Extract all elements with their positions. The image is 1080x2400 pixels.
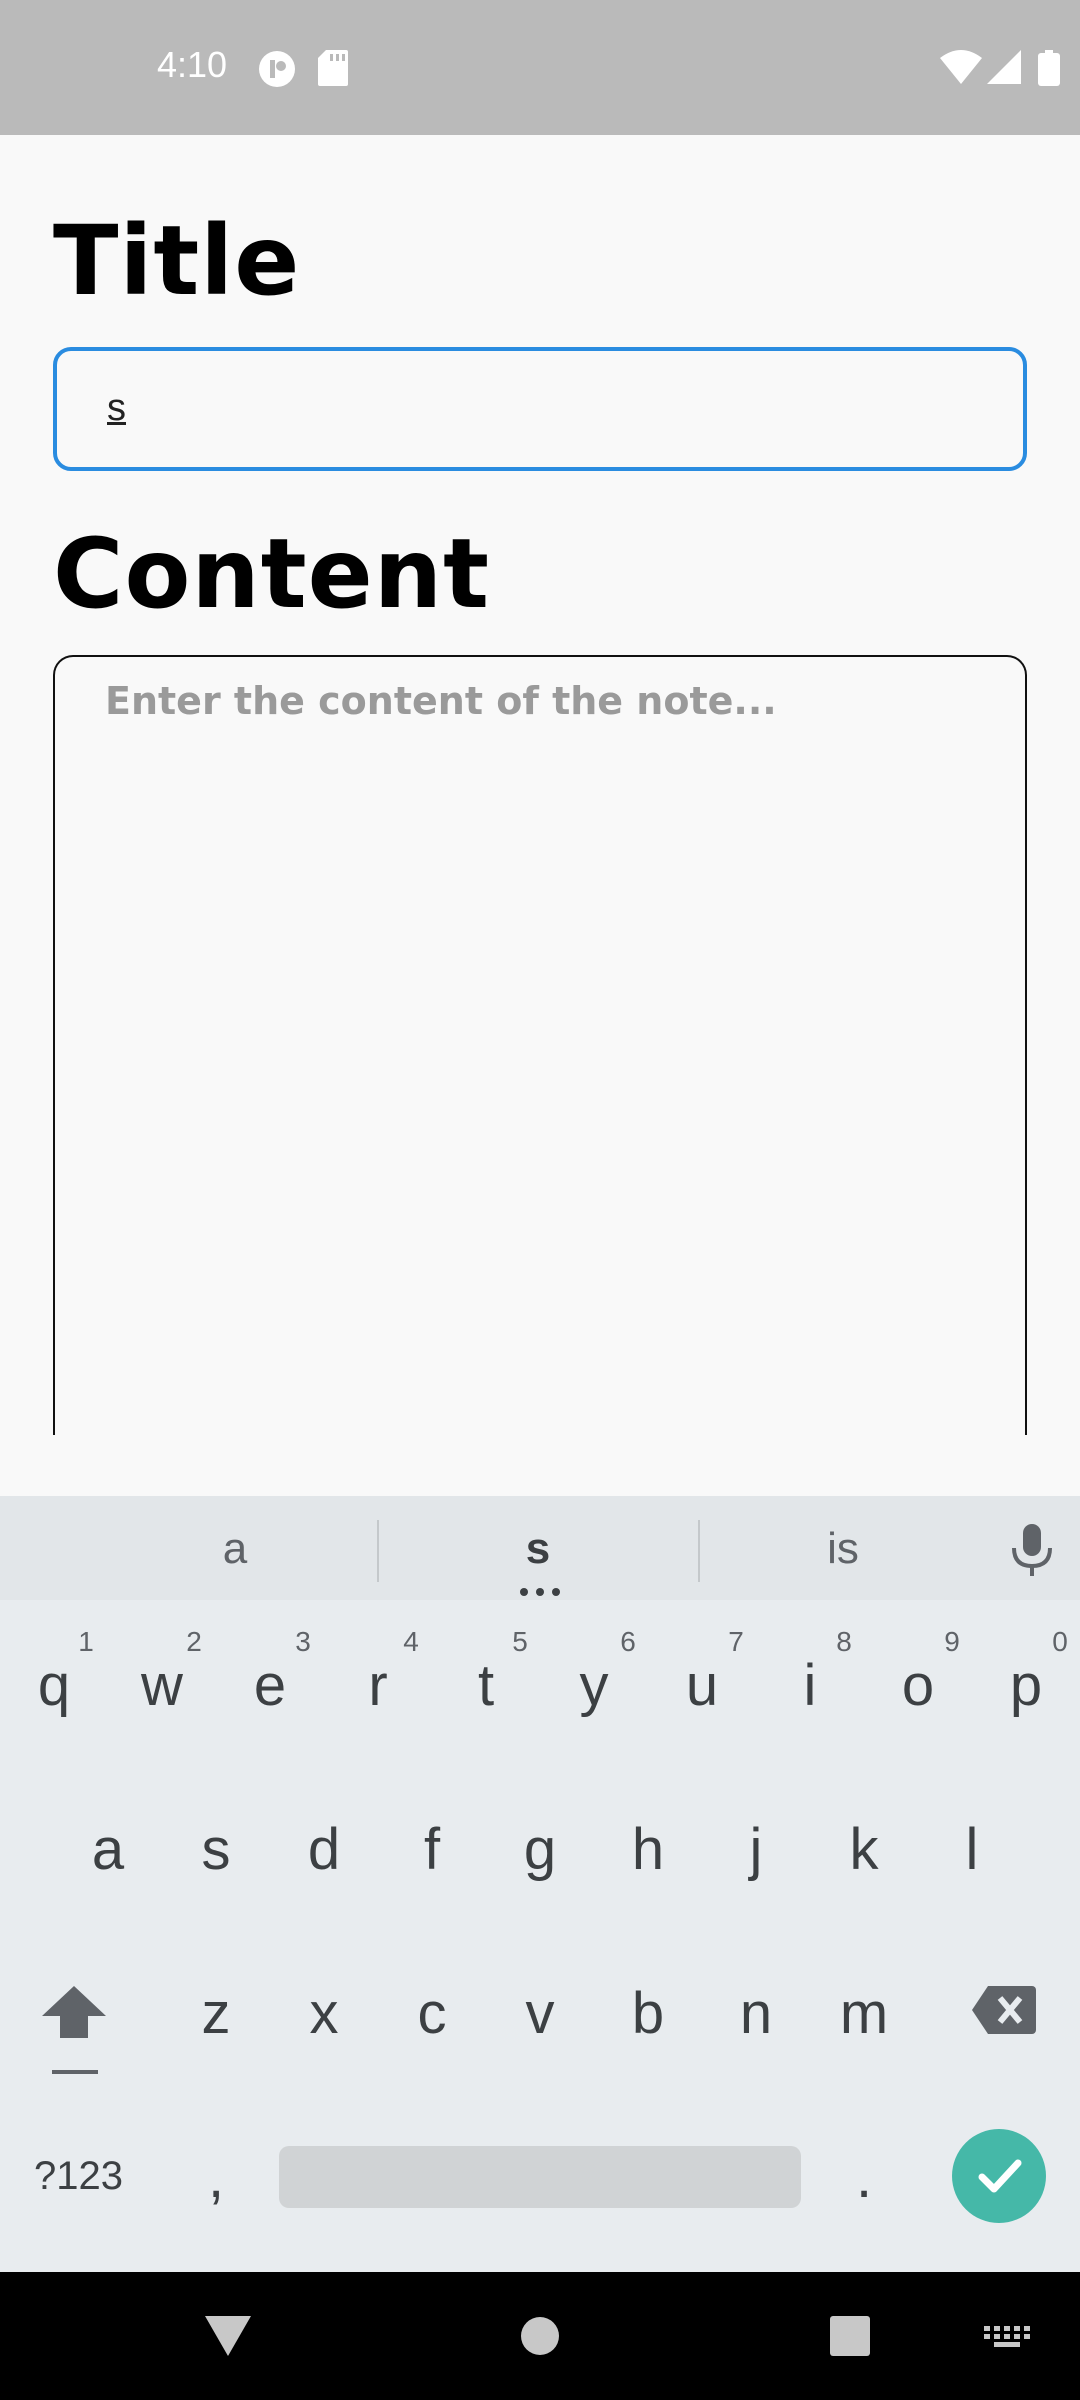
key-d[interactable]: d <box>274 1816 374 1883</box>
content-label: Content <box>53 518 490 630</box>
key-g[interactable]: g <box>490 1816 590 1883</box>
key-s[interactable]: s <box>166 1816 266 1883</box>
sd-card-icon <box>318 50 348 91</box>
backspace-icon[interactable] <box>972 1986 1036 2044</box>
key-l[interactable]: l <box>922 1816 1022 1883</box>
key-t[interactable]: t <box>436 1652 536 1719</box>
key-h[interactable]: h <box>598 1816 698 1883</box>
cell-signal-icon <box>987 50 1021 89</box>
key-v[interactable]: v <box>490 1980 590 2047</box>
key-r[interactable]: r <box>328 1652 428 1719</box>
key-n[interactable]: n <box>706 1980 806 2047</box>
title-input[interactable]: s <box>53 347 1027 471</box>
navigation-bar <box>0 2272 1080 2400</box>
app-notification-icon <box>258 50 296 93</box>
suggestion-left[interactable]: a <box>135 1524 335 1574</box>
checkmark-icon <box>978 2159 1022 2193</box>
wifi-icon <box>940 50 982 89</box>
suggestion-divider <box>377 1520 379 1582</box>
key-c[interactable]: c <box>382 1980 482 2047</box>
key-k[interactable]: k <box>814 1816 914 1883</box>
status-time: 4:10 <box>157 44 228 85</box>
recents-icon[interactable] <box>830 2316 870 2361</box>
suggestion-divider <box>698 1520 700 1582</box>
keyboard-switch-icon[interactable] <box>984 2326 1030 2353</box>
key-w[interactable]: w <box>112 1652 212 1719</box>
key-m[interactable]: m <box>814 1980 914 2047</box>
suggestion-center[interactable]: s <box>438 1524 638 1574</box>
title-input-value: s <box>107 387 126 429</box>
back-icon[interactable] <box>205 2316 251 2361</box>
content-placeholder: Enter the content of the note... <box>105 679 777 723</box>
key-e[interactable]: e <box>220 1652 320 1719</box>
spacebar[interactable] <box>279 2146 801 2208</box>
key-a[interactable]: a <box>58 1816 158 1883</box>
key-i[interactable]: i <box>760 1652 860 1719</box>
key-p[interactable]: p <box>976 1652 1076 1719</box>
home-icon[interactable] <box>520 2316 560 2361</box>
soft-keyboard: a s is 1 2 3 4 5 6 7 8 9 0 q w e r t y u… <box>0 1496 1080 2272</box>
key-y[interactable]: y <box>544 1652 644 1719</box>
key-f[interactable]: f <box>382 1816 482 1883</box>
key-j[interactable]: j <box>706 1816 806 1883</box>
key-q[interactable]: q <box>4 1652 104 1719</box>
key-z[interactable]: z <box>166 1980 266 2047</box>
key-x[interactable]: x <box>274 1980 374 2047</box>
comma-key[interactable]: , <box>166 2144 266 2211</box>
battery-icon <box>1038 50 1060 91</box>
more-suggestions-icon[interactable] <box>516 1588 564 1596</box>
done-button[interactable] <box>952 2129 1046 2223</box>
period-key[interactable]: . <box>814 2144 914 2211</box>
shift-indicator <box>52 2070 98 2074</box>
microphone-icon[interactable] <box>1010 1524 1054 1583</box>
symbols-key[interactable]: ?123 <box>34 2154 123 2199</box>
status-bar: 4:10 <box>0 0 1080 135</box>
key-u[interactable]: u <box>652 1652 752 1719</box>
title-label: Title <box>53 205 301 317</box>
key-o[interactable]: o <box>868 1652 968 1719</box>
key-b[interactable]: b <box>598 1980 698 2047</box>
content-textarea[interactable]: Enter the content of the note... <box>53 655 1027 1435</box>
suggestion-right[interactable]: is <box>743 1524 943 1574</box>
shift-key[interactable] <box>42 1986 106 2048</box>
suggestion-strip: a s is <box>0 1496 1080 1600</box>
